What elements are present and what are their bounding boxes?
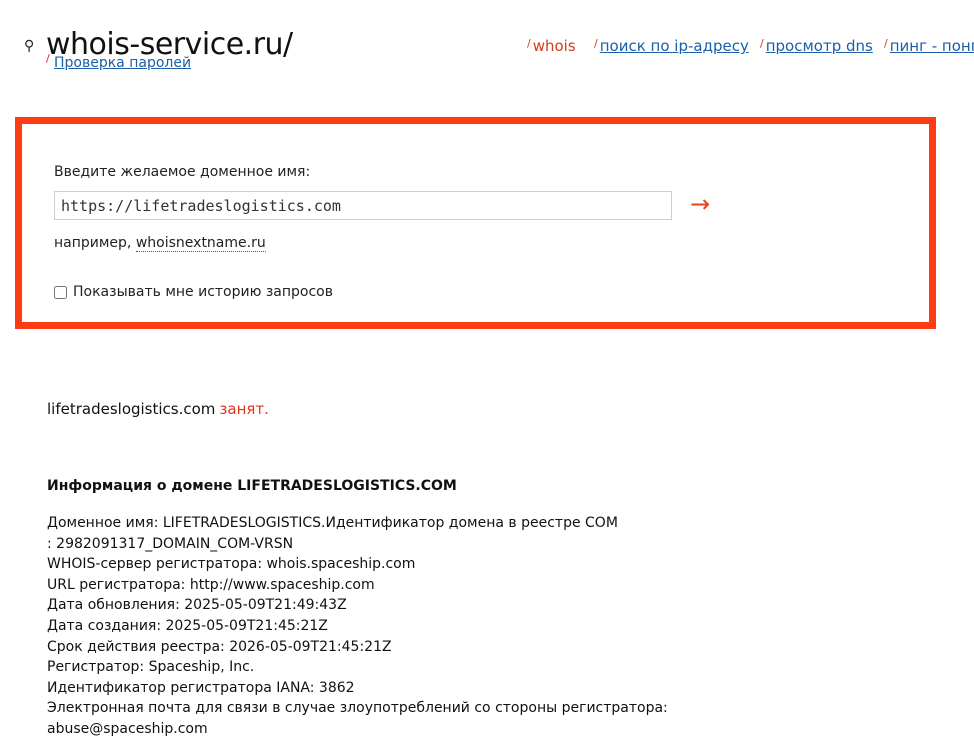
whois-line: Дата создания: 2025-05-09T21:45:21Z	[47, 617, 328, 634]
history-label: Показывать мне историю запросов	[73, 284, 333, 300]
slash-icon: /	[46, 52, 50, 65]
info-title: Информация о домене LIFETRADESLOGISTICS.…	[47, 478, 457, 494]
submit-arrow-icon[interactable]: →	[690, 190, 710, 218]
nav-item-whois[interactable]: / whois	[527, 37, 576, 55]
domain-status: lifetradeslogistics.com занят.	[47, 400, 269, 418]
slash-icon: /	[760, 37, 764, 50]
whois-line: Срок действия реестра: 2026-05-09T21:45:…	[47, 638, 392, 655]
slash-icon: /	[884, 37, 888, 50]
result-domain: lifetradeslogistics.com	[47, 400, 216, 418]
whois-line: WHOIS-сервер регистратора: whois.spacesh…	[47, 556, 416, 573]
nav-item-dns[interactable]: / просмотр dns	[760, 37, 873, 55]
nav-item-ip-search[interactable]: / поиск по ip-адресу	[594, 37, 749, 55]
whois-line: URL регистратора: http://www.spaceship.c…	[47, 576, 375, 593]
example-domain-link[interactable]: whoisnextname.ru	[135, 235, 266, 252]
domain-input[interactable]	[54, 191, 672, 220]
whois-record: Доменное имя: LIFETRADESLOGISTICS.Иденти…	[47, 513, 687, 740]
whois-line: abuse@spaceship.com	[47, 720, 208, 737]
example-hint: например, whoisnextname.ru	[54, 235, 266, 252]
nav-label[interactable]: пинг - понг	[890, 37, 974, 55]
status-badge: занят.	[219, 400, 269, 418]
whois-line: Дата обновления: 2025-05-09T21:49:43Z	[47, 597, 347, 614]
example-prefix: например,	[54, 235, 132, 251]
whois-line: Регистратор: Spaceship, Inc.	[47, 659, 255, 676]
history-checkbox[interactable]	[54, 285, 67, 299]
history-toggle[interactable]: Показывать мне историю запросов	[54, 284, 333, 300]
nav-label[interactable]: whois	[533, 37, 576, 55]
whois-line: Идентификатор регистратора IANA: 3862	[47, 679, 355, 696]
whois-line: Электронная почта для связи в случае зло…	[47, 700, 668, 717]
slash-icon: /	[594, 37, 598, 50]
whois-line: : 2982091317_DOMAIN_COM-VRSN	[47, 535, 294, 552]
domain-prompt: Введите желаемое доменное имя:	[54, 164, 311, 180]
nav-label[interactable]: просмотр dns	[766, 37, 873, 55]
password-check-link[interactable]: Проверка паролей	[54, 55, 191, 71]
whois-line: Доменное имя: LIFETRADESLOGISTICS.Иденти…	[47, 515, 618, 531]
slash-icon: /	[527, 37, 531, 50]
nav-item-ping[interactable]: / пинг - понг	[884, 37, 974, 55]
search-icon: ⚲	[24, 38, 35, 54]
domain-search-form: Введите желаемое доменное имя: → наприме…	[15, 117, 936, 329]
nav-label[interactable]: поиск по ip-адресу	[600, 37, 749, 55]
